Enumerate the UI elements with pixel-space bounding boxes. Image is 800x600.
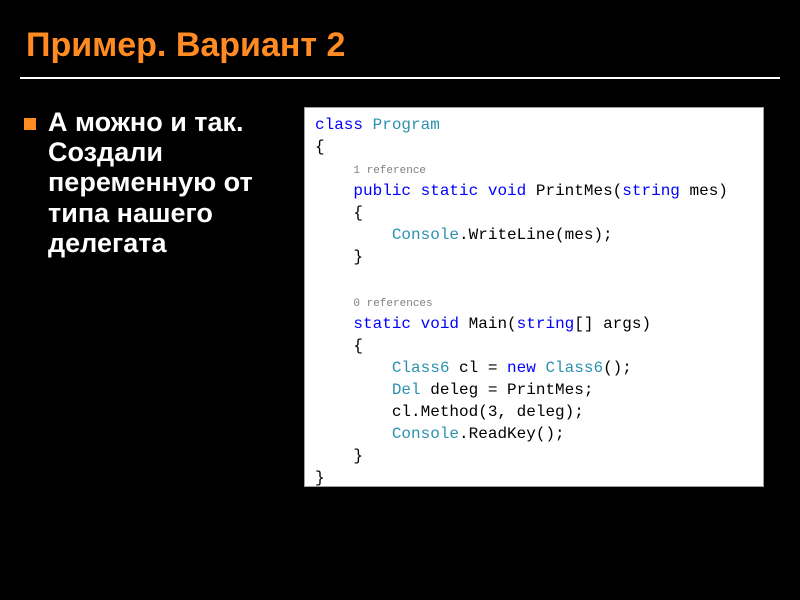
code-token: class <box>315 116 363 134</box>
code-token: Class6 <box>392 359 450 377</box>
code-token: { <box>353 204 363 222</box>
code-token: Console <box>392 226 459 244</box>
code-token: PrintMes( <box>536 182 622 200</box>
bullet-icon <box>24 118 36 130</box>
code-ref: 0 references <box>353 298 432 310</box>
code-token: new <box>507 359 536 377</box>
code-token: } <box>353 447 363 465</box>
code-token: static <box>353 315 411 333</box>
code-token: .ReadKey(); <box>459 425 565 443</box>
code-token: Main( <box>469 315 517 333</box>
slide-content: А можно и так. Создали переменную от тип… <box>0 79 800 487</box>
code-token: (); <box>603 359 632 377</box>
code-token: string <box>622 182 680 200</box>
code-token: } <box>315 469 325 487</box>
code-token: { <box>353 337 363 355</box>
code-box: class Program { 1 reference public stati… <box>304 107 764 487</box>
code-token: .WriteLine(mes); <box>459 226 613 244</box>
code-token: { <box>315 138 325 156</box>
code-token: Class6 <box>545 359 603 377</box>
code-token: deleg = PrintMes; <box>421 381 594 399</box>
code-token: Program <box>373 116 440 134</box>
bullet-text: А можно и так. Создали переменную от тип… <box>48 107 286 258</box>
code-token: void <box>421 315 459 333</box>
bullet-block: А можно и так. Создали переменную от тип… <box>26 107 286 487</box>
code-token: Console <box>392 425 459 443</box>
code-ref: 1 reference <box>353 165 426 177</box>
code-token: public <box>353 182 411 200</box>
code-token: cl = <box>449 359 507 377</box>
code-token: [] args) <box>574 315 651 333</box>
code-token: mes) <box>680 182 728 200</box>
code-token: } <box>353 248 363 266</box>
code-token: cl.Method(3, deleg); <box>392 403 584 421</box>
code-token: void <box>488 182 526 200</box>
code-token: string <box>517 315 575 333</box>
code-token: Del <box>392 381 421 399</box>
code-token: static <box>421 182 479 200</box>
slide-title: Пример. Вариант 2 <box>0 0 800 77</box>
